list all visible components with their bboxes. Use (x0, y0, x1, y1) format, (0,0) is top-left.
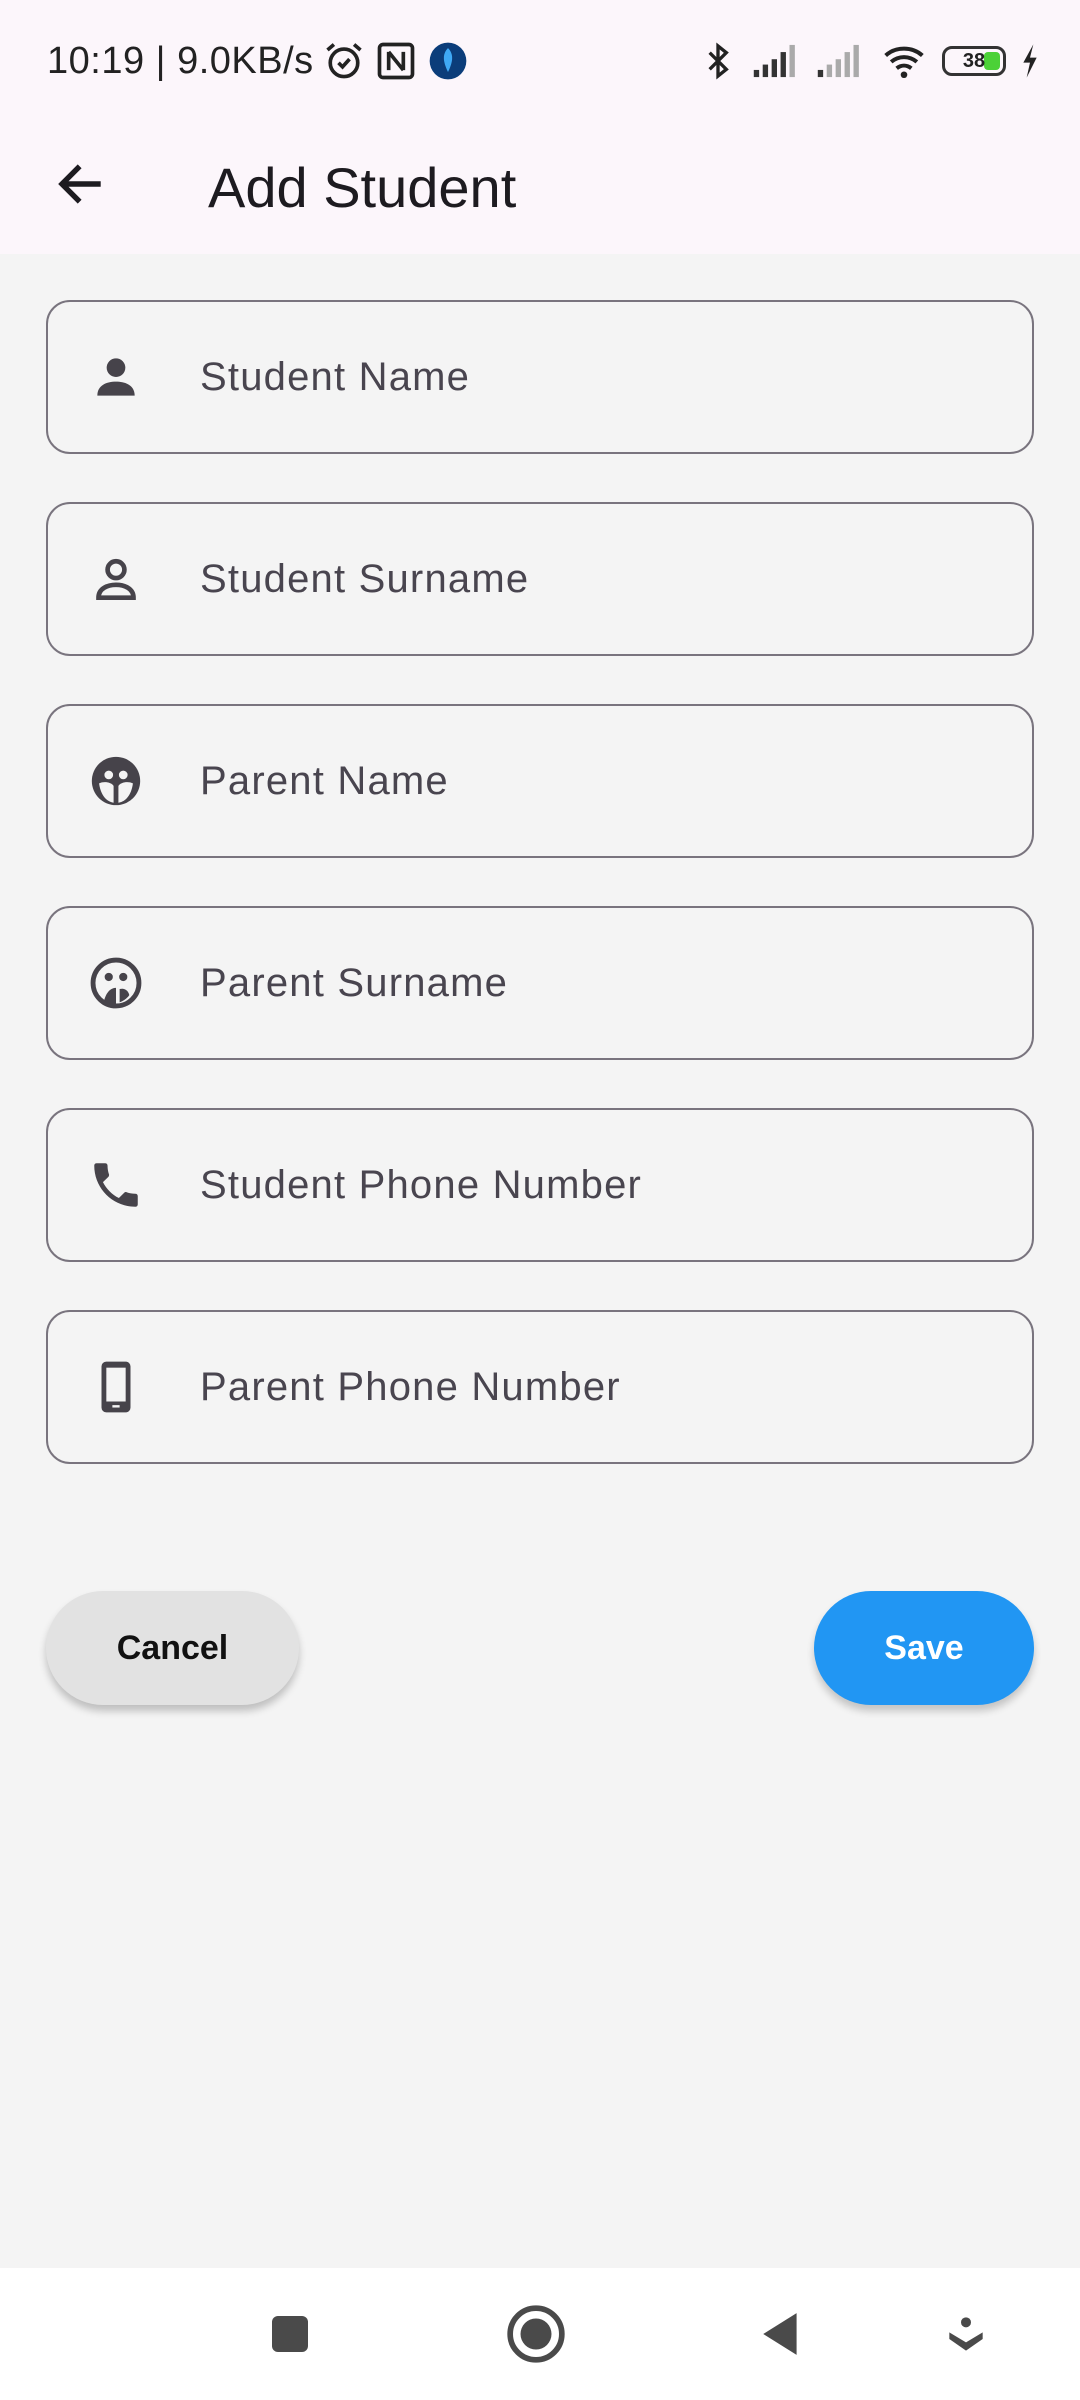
parent-name-field[interactable] (46, 704, 1034, 858)
arrow-back-icon (58, 164, 101, 204)
assistant-icon (949, 2317, 983, 2351)
back-triangle-icon (763, 2313, 797, 2355)
charging-icon (1020, 39, 1040, 83)
parent-name-input[interactable] (198, 706, 1002, 856)
student-phone-input[interactable] (198, 1110, 1002, 1260)
person-outline-icon (86, 549, 146, 609)
battery-level: 38 (962, 49, 986, 72)
parent-surname-input[interactable] (198, 908, 1002, 1058)
student-name-field[interactable] (46, 300, 1034, 454)
parent-phone-field[interactable] (46, 1310, 1034, 1464)
system-nav-bar (0, 2268, 1080, 2400)
wifi-icon (880, 39, 928, 83)
student-name-input[interactable] (198, 302, 1002, 452)
face-icon (86, 751, 146, 811)
nfc-icon (374, 39, 418, 83)
recents-square-icon (272, 2316, 308, 2352)
back-button[interactable] (40, 144, 120, 224)
add-student-form (46, 300, 1034, 1512)
status-right: 38 (698, 36, 1040, 86)
home-circle-icon (507, 2305, 565, 2363)
phone-icon (86, 1155, 146, 1215)
recents-button[interactable] (254, 2298, 326, 2370)
app-notification-icon (426, 39, 470, 83)
status-left: 10:19 | 9.0KB/s (47, 36, 470, 86)
page-title: Add Student (208, 156, 517, 219)
cancel-button-label: Cancel (116, 1628, 229, 1667)
person-icon (86, 347, 146, 407)
battery-fill (984, 52, 1000, 70)
alarm-icon (322, 39, 366, 83)
student-surname-input[interactable] (198, 504, 1002, 654)
home-button[interactable] (500, 2298, 572, 2370)
assistant-button[interactable] (930, 2298, 1002, 2370)
status-bar: 10:19 | 9.0KB/s 38 (0, 0, 1080, 122)
app-bar: Add Student (0, 122, 1080, 254)
save-button[interactable]: Save (814, 1591, 1034, 1705)
battery-icon: 38 (942, 46, 1006, 76)
status-time-speed: 10:19 | 9.0KB/s (47, 39, 314, 82)
save-button-label: Save (884, 1628, 964, 1667)
student-phone-field[interactable] (46, 1108, 1034, 1262)
cancel-button[interactable]: Cancel (46, 1591, 299, 1705)
back-nav-button[interactable] (746, 2298, 818, 2370)
smartphone-icon (86, 1357, 146, 1417)
student-surname-field[interactable] (46, 502, 1034, 656)
parent-phone-input[interactable] (198, 1312, 1002, 1462)
parent-surname-field[interactable] (46, 906, 1034, 1060)
signal-icon (816, 39, 866, 83)
face-outline-icon (86, 953, 146, 1013)
bluetooth-icon (698, 39, 738, 83)
signal-icon (752, 39, 802, 83)
